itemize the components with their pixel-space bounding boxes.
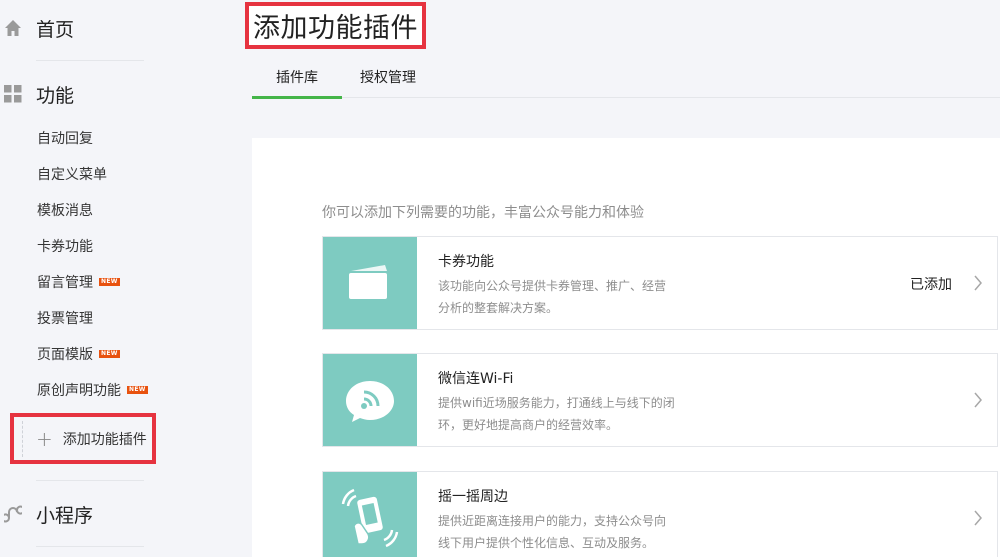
page-title-box: 添加功能插件 <box>245 2 426 49</box>
sidebar-item-card[interactable]: 卡券功能 <box>37 236 93 256</box>
plugin-name: 摇一摇周边 <box>438 489 508 505</box>
sidebar-item-template-message[interactable]: 模板消息 <box>37 200 93 220</box>
plugin-desc-line: 提供近距离连接用户的能力，支持公众号向 <box>438 514 667 528</box>
dashed-divider <box>22 421 23 457</box>
sidebar-item-page-template[interactable]: 页面模版 NEW <box>37 344 120 364</box>
card-icon <box>323 237 417 329</box>
sidebar-item-label: 投票管理 <box>37 311 93 327</box>
chevron-right-icon <box>974 275 982 291</box>
plugin-desc-line: 该功能向公众号提供卡券管理、推广、经营 <box>438 279 667 293</box>
new-badge: NEW <box>127 386 148 394</box>
sidebar-item-auto-reply[interactable]: 自动回复 <box>37 128 93 148</box>
tab-bar: 插件库 授权管理 <box>252 56 1000 99</box>
sidebar-functions[interactable]: 功能 <box>4 82 75 107</box>
plugin-name: 微信连Wi-Fi <box>438 371 514 387</box>
tab-authorization[interactable]: 授权管理 <box>348 56 428 98</box>
plugin-name: 卡券功能 <box>438 254 494 270</box>
sidebar-divider <box>36 546 144 547</box>
plugin-card[interactable]: 卡券功能 该功能向公众号提供卡券管理、推广、经营 分析的整套解决方案。 已添加 <box>322 236 998 330</box>
sidebar-divider <box>36 480 144 481</box>
intro-text: 你可以添加下列需要的功能，丰富公众号能力和体验 <box>322 205 644 221</box>
sidebar: 首页 功能 自动回复 自定义菜单 模板消息 卡券功能 留言管理 NEW 投票管理 … <box>0 0 160 557</box>
tab-plugin-library[interactable]: 插件库 <box>252 56 342 99</box>
sidebar-home[interactable]: 首页 <box>4 16 75 41</box>
shake-icon <box>323 472 417 557</box>
plugin-desc: 该功能向公众号提供卡券管理、推广、经营 分析的整套解决方案。 <box>438 275 678 319</box>
sidebar-item-label: 自动回复 <box>37 131 93 147</box>
add-plugin-button[interactable]: + 添加功能插件 <box>10 413 156 464</box>
plugin-panel: 你可以添加下列需要的功能，丰富公众号能力和体验 卡券功能 该功能向公众号提供卡券… <box>252 138 1000 557</box>
plugin-desc: 提供近距离连接用户的能力，支持公众号向 线下用户提供个性化信息、互动及服务。 <box>438 510 678 554</box>
grid-icon <box>4 85 22 103</box>
sidebar-item-custom-menu[interactable]: 自定义菜单 <box>37 164 107 184</box>
plugin-desc: 提供wifi近场服务能力，打通线上与线下的闭 环，更好地提高商户的经营效率。 <box>438 392 678 436</box>
sidebar-functions-label: 功能 <box>36 84 75 107</box>
sidebar-item-label: 页面模版 <box>37 347 93 363</box>
mini-program-icon <box>1 505 25 523</box>
new-badge: NEW <box>99 278 120 286</box>
sidebar-item-label: 原创声明功能 <box>37 383 121 399</box>
sidebar-item-original[interactable]: 原创声明功能 NEW <box>37 380 148 400</box>
sidebar-item-label: 自定义菜单 <box>37 167 107 183</box>
plugin-wifi[interactable]: 微信连Wi-Fi 提供wifi近场服务能力，打通线上与线下的闭 环，更好地提高商… <box>322 353 998 447</box>
sidebar-home-label: 首页 <box>36 18 75 41</box>
plugin-desc-line: 环，更好地提高商户的经营效率。 <box>438 418 619 432</box>
new-badge: NEW <box>99 350 120 358</box>
sidebar-mini-program-label: 小程序 <box>36 504 94 527</box>
plus-icon: + <box>36 426 53 451</box>
add-plugin-label: 添加功能插件 <box>62 431 147 448</box>
wifi-icon <box>323 354 417 446</box>
sidebar-divider <box>36 60 144 61</box>
sidebar-item-comments[interactable]: 留言管理 NEW <box>37 272 120 292</box>
sidebar-item-label: 模板消息 <box>37 203 93 219</box>
chevron-right-icon <box>974 392 982 408</box>
plugin-status: 已添加 <box>910 277 952 293</box>
page-title: 添加功能插件 <box>253 13 418 44</box>
plugin-desc-line: 分析的整套解决方案。 <box>438 301 559 315</box>
sidebar-item-label: 卡券功能 <box>37 239 93 255</box>
sidebar-mini-program[interactable]: 小程序 <box>1 502 94 527</box>
home-icon <box>4 19 22 37</box>
plugin-desc-line: 提供wifi近场服务能力，打通线上与线下的闭 <box>438 396 675 410</box>
sidebar-item-label: 留言管理 <box>37 275 93 291</box>
sidebar-item-vote[interactable]: 投票管理 <box>37 308 93 328</box>
plugin-shake[interactable]: 摇一摇周边 提供近距离连接用户的能力，支持公众号向 线下用户提供个性化信息、互动… <box>322 471 998 557</box>
chevron-right-icon <box>974 510 982 526</box>
plugin-desc-line: 线下用户提供个性化信息、互动及服务。 <box>438 536 655 550</box>
